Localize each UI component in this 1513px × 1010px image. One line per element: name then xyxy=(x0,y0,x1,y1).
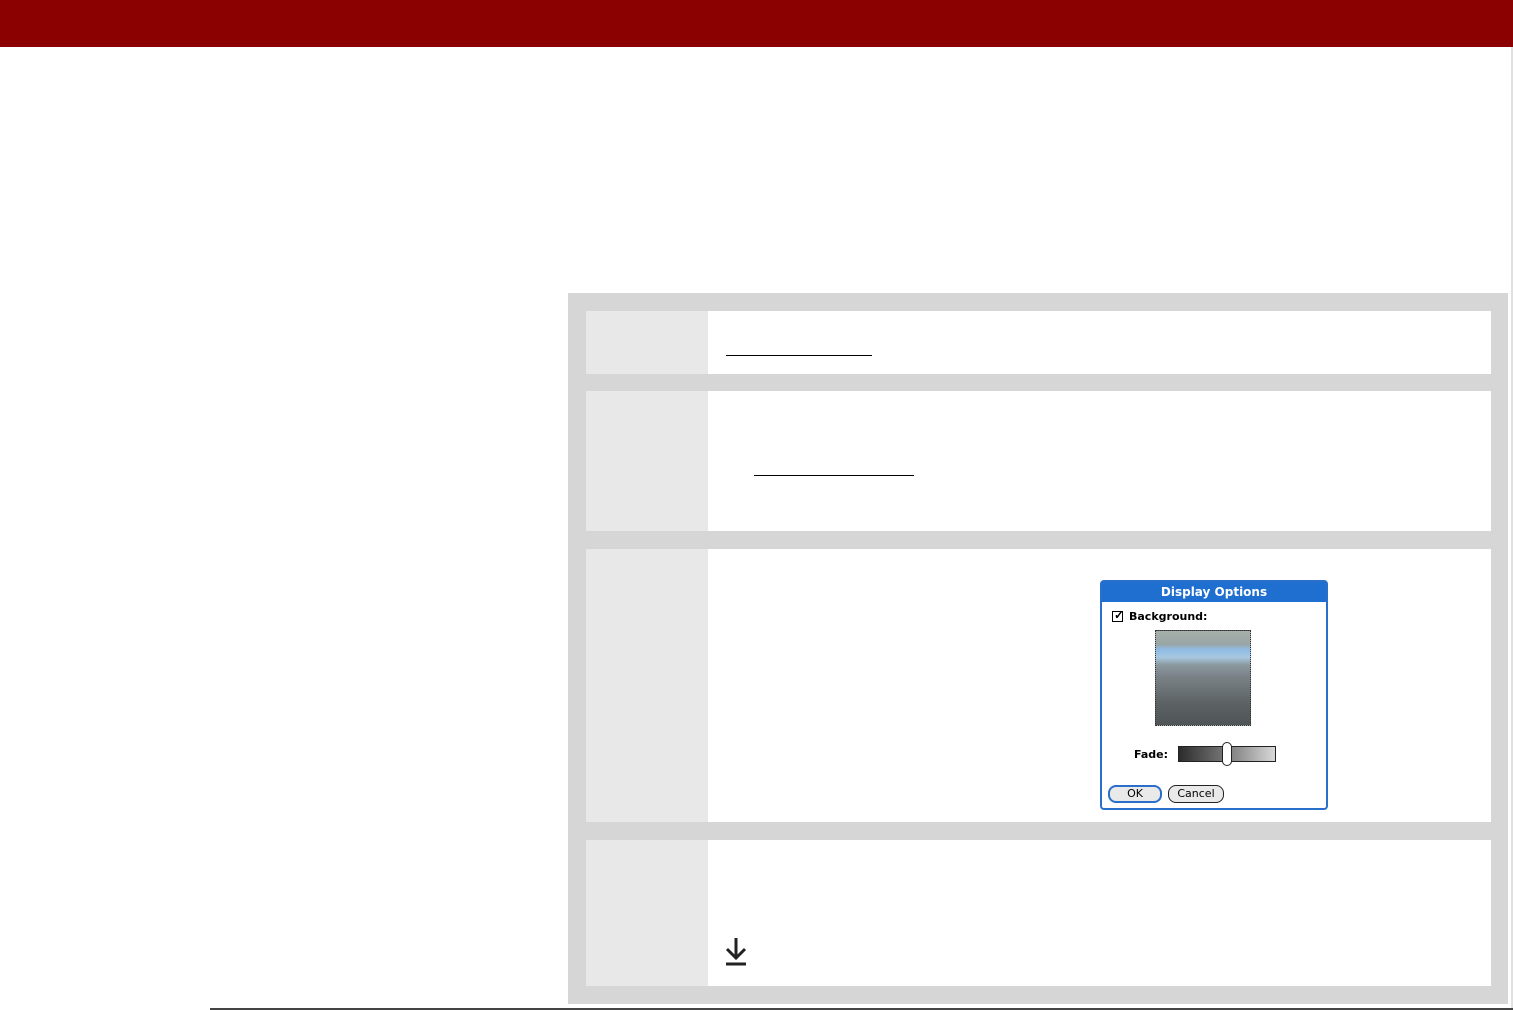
step-number-cell xyxy=(586,549,708,822)
step-row-4 xyxy=(586,840,1491,986)
down-arrow-icon xyxy=(725,938,747,966)
step-row-3 xyxy=(586,549,1491,822)
background-option: ✓ Background: xyxy=(1112,608,1208,623)
step-content-cell xyxy=(708,391,1491,531)
background-label: Background: xyxy=(1129,610,1208,623)
step-content-cell xyxy=(708,840,1491,986)
dialog-title: Display Options xyxy=(1102,582,1326,602)
fade-option: Fade: xyxy=(1134,742,1277,766)
procedure-table xyxy=(568,293,1508,1004)
step-row-1 xyxy=(586,311,1491,374)
hyperlink-underline[interactable] xyxy=(754,475,914,476)
step-number-cell xyxy=(586,840,708,986)
hyperlink-underline[interactable] xyxy=(726,355,872,356)
background-checkbox[interactable]: ✓ xyxy=(1112,608,1125,622)
checkmark-icon: ✓ xyxy=(1114,608,1125,622)
background-image-thumbnail[interactable] xyxy=(1155,630,1251,726)
step-row-2 xyxy=(586,391,1491,531)
display-options-dialog: Display Options ✓ Background: Fade: OK C… xyxy=(1100,580,1328,810)
fade-slider-handle[interactable] xyxy=(1222,742,1233,766)
fade-label: Fade: xyxy=(1134,747,1169,761)
step-number-cell xyxy=(586,391,708,531)
cancel-button[interactable]: Cancel xyxy=(1168,785,1224,803)
ok-button[interactable]: OK xyxy=(1108,785,1162,803)
step-number-cell xyxy=(586,311,708,374)
top-banner xyxy=(0,0,1513,47)
fade-slider[interactable] xyxy=(1178,742,1277,766)
step-content-cell xyxy=(708,311,1491,374)
